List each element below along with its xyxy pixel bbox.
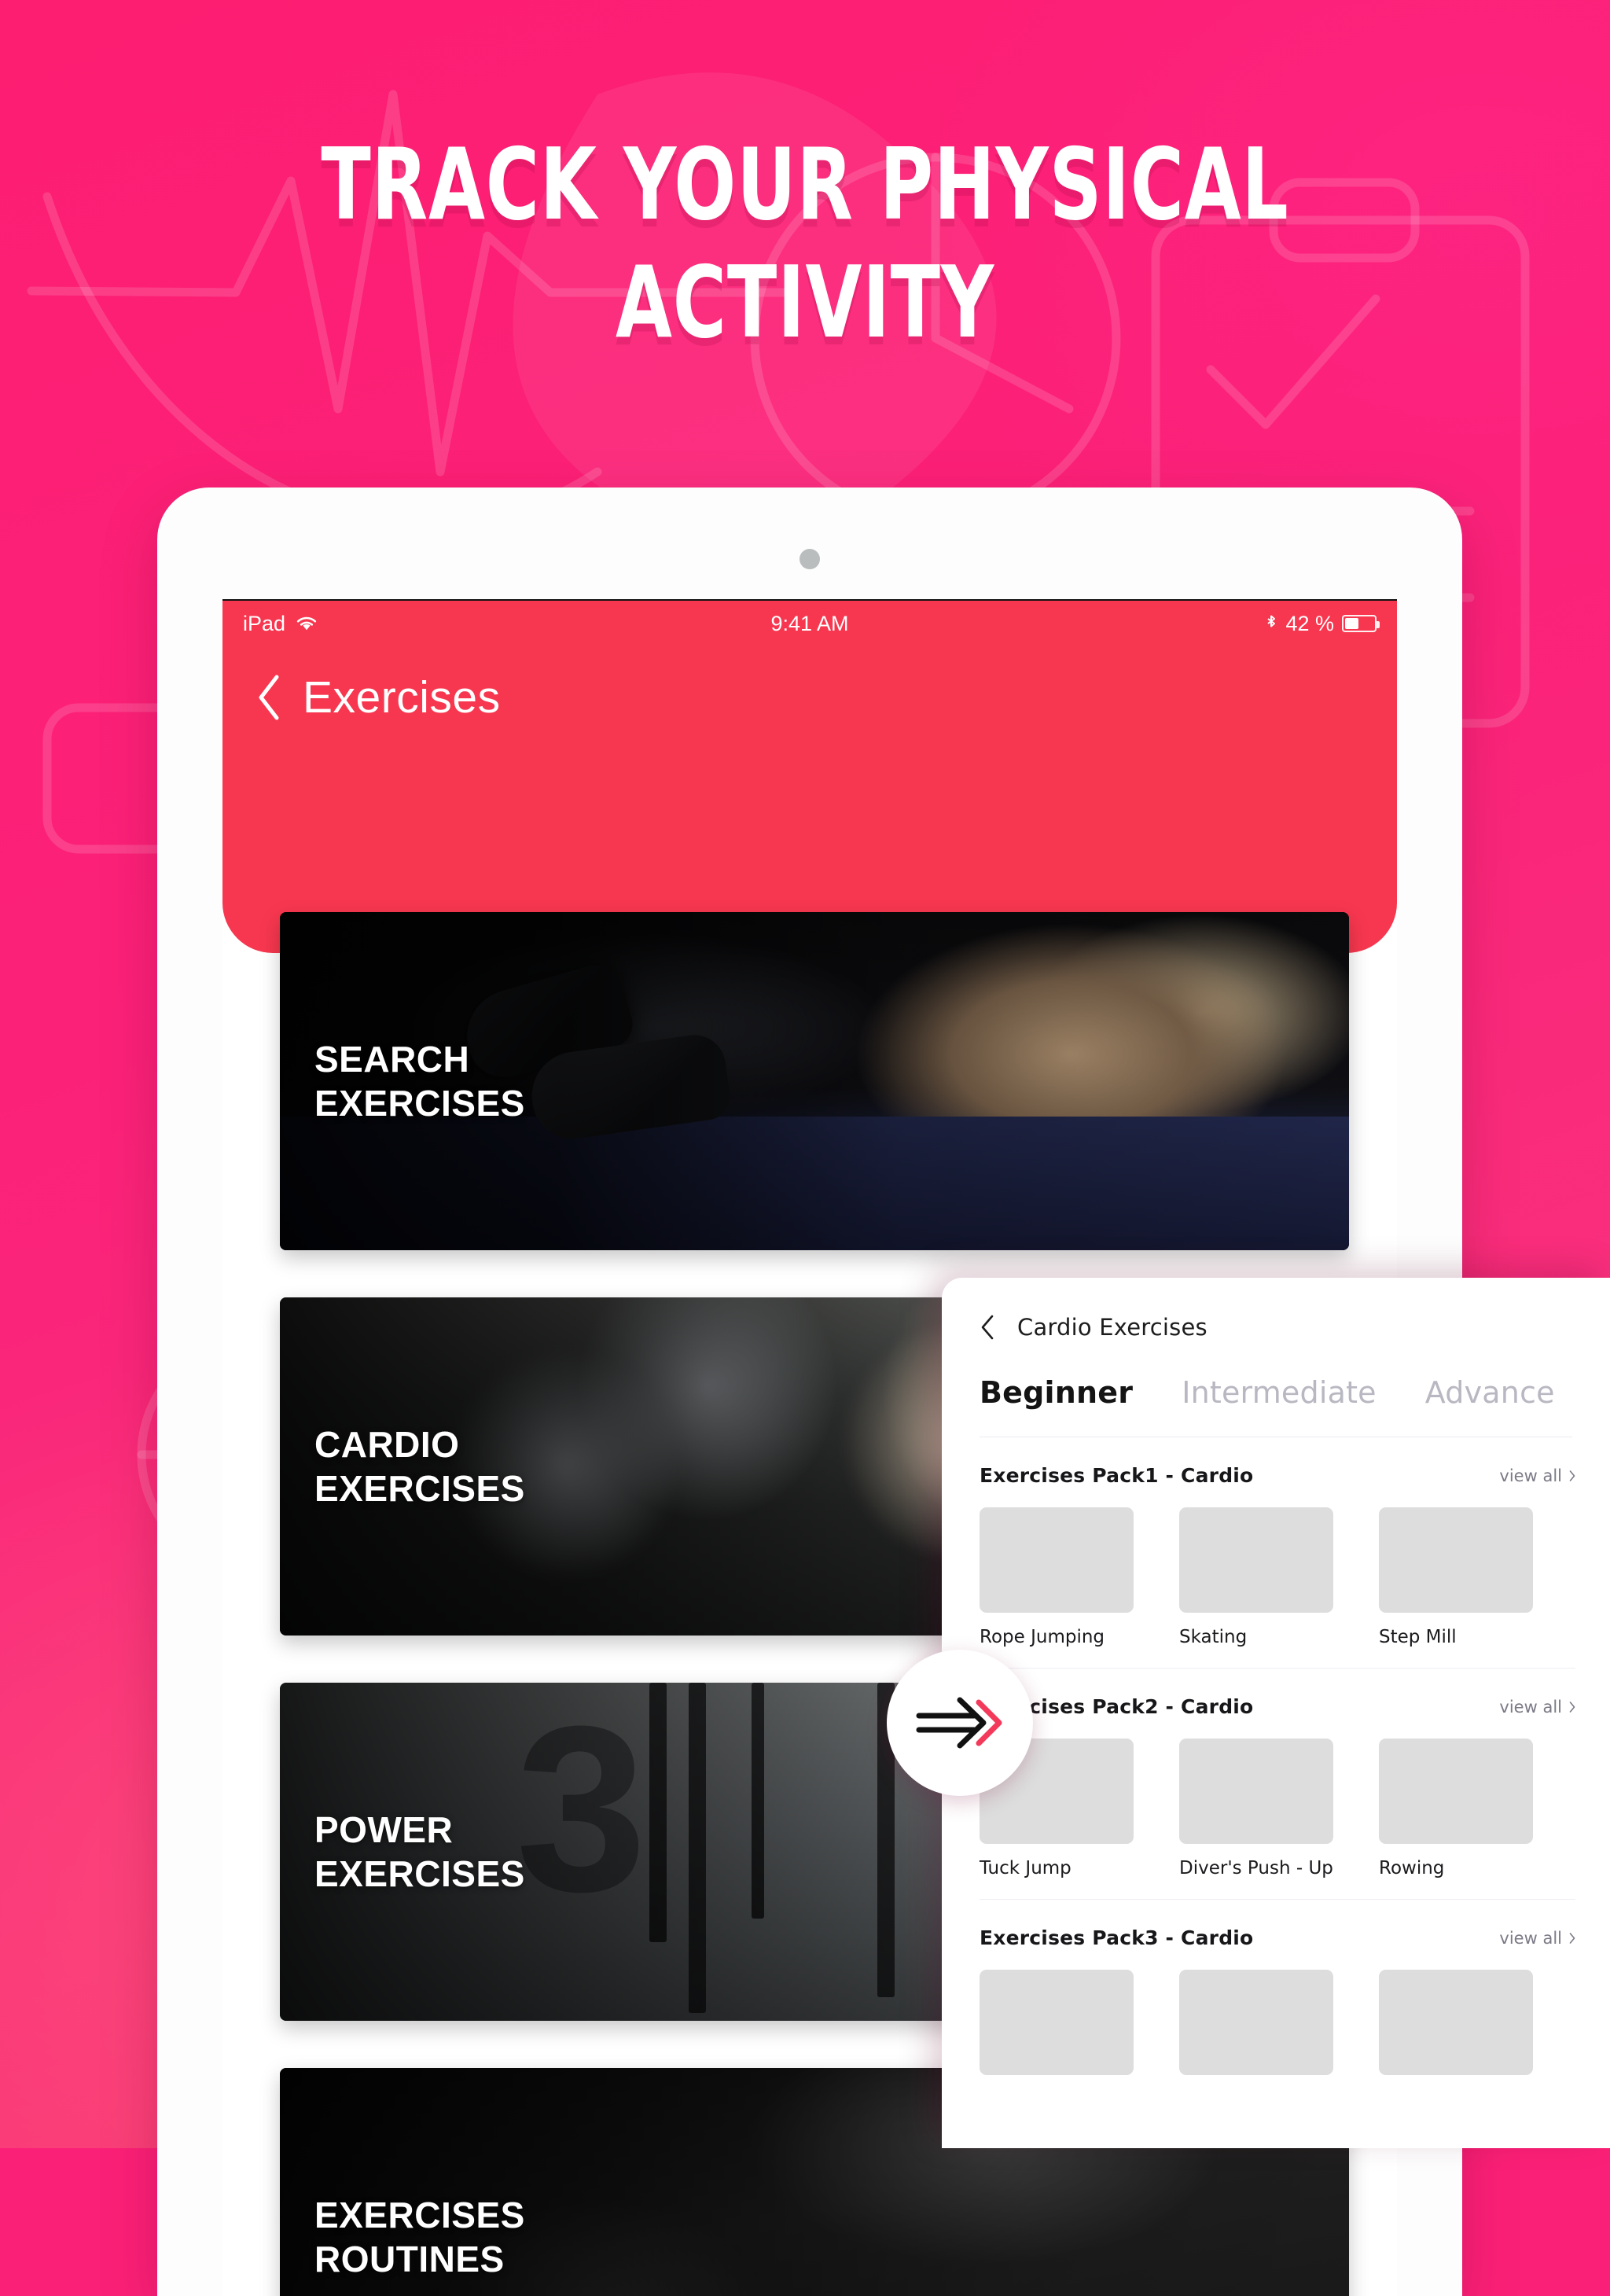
chevron-right-icon [1569, 1932, 1575, 1944]
view-all-label: view all [1499, 1928, 1562, 1948]
camera-dot-icon [799, 549, 820, 569]
exercise-pack: Exercises Pack2 - Cardio view all Tuck J… [942, 1669, 1610, 1900]
exercise-thumb[interactable]: Diver's Push - Up [1179, 1739, 1333, 1878]
panel-header: Cardio Exercises [942, 1278, 1610, 1341]
card-label: SEARCH EXERCISES [314, 1037, 525, 1125]
card-label: CARDIO EXERCISES [314, 1422, 525, 1510]
card-label-line-2: ROUTINES [314, 2239, 505, 2279]
card-label-line-1: SEARCH [314, 1039, 470, 1080]
pack-title: Exercises Pack1 - Cardio [980, 1464, 1254, 1487]
thumb-caption: Rope Jumping [980, 1627, 1105, 1647]
pack-header: Exercises Pack1 - Cardio view all [980, 1437, 1610, 1487]
headline-line-1: TRACK YOUR PHYSICAL [321, 127, 1289, 242]
cardio-exercises-panel: Cardio Exercises Beginner Intermediate A… [942, 1278, 1610, 2148]
pack-thumbnails: Tuck Jump Diver's Push - Up Rowing [980, 1739, 1610, 1878]
thumb-caption: Step Mill [1379, 1627, 1457, 1647]
view-all-link[interactable]: view all [1499, 1698, 1575, 1716]
thumb-image-step-mill [1379, 1507, 1533, 1613]
thumb-caption: Diver's Push - Up [1179, 1858, 1333, 1878]
exercise-thumb[interactable]: Skating [1179, 1507, 1333, 1647]
tab-intermediate[interactable]: Intermediate [1182, 1375, 1377, 1410]
exercise-thumb[interactable]: Step Mill [1379, 1507, 1533, 1647]
card-label-line-1: POWER [314, 1809, 454, 1850]
panel-title: Cardio Exercises [1017, 1314, 1208, 1341]
thumb-caption: Skating [1179, 1627, 1248, 1647]
chevron-left-icon[interactable] [980, 1314, 995, 1341]
tab-advance[interactable]: Advance [1425, 1375, 1555, 1410]
pack-title: Exercises Pack3 - Cardio [980, 1926, 1254, 1949]
headline-line-2: ACTIVITY [616, 245, 994, 360]
exercise-thumb[interactable] [980, 1970, 1134, 2089]
thumb-image-skating [1179, 1507, 1333, 1613]
card-label-line-2: EXERCISES [314, 1468, 525, 1509]
pack-thumbnails: Rope Jumping Skating Step Mill [980, 1507, 1610, 1647]
tab-beginner[interactable]: Beginner [980, 1375, 1133, 1410]
double-arrow-right-icon [916, 1697, 1002, 1749]
card-label: EXERCISES ROUTINES [314, 2193, 525, 2281]
thumb-image-rowing [1379, 1739, 1533, 1844]
pack-header: Exercises Pack2 - Cardio view all [980, 1669, 1610, 1718]
thumb-image-divers-push-up [1179, 1739, 1333, 1844]
view-all-label: view all [1499, 1466, 1562, 1485]
difficulty-tabs: Beginner Intermediate Advance [942, 1341, 1610, 1410]
exercise-pack: Exercises Pack3 - Cardio view all [942, 1900, 1610, 2089]
exercise-thumb[interactable] [1179, 1970, 1333, 2089]
next-slide-button[interactable] [887, 1650, 1033, 1796]
exercise-thumb[interactable] [1379, 1970, 1533, 2089]
view-all-link[interactable]: view all [1499, 1466, 1575, 1485]
exercise-pack: Exercises Pack1 - Cardio view all Rope J… [942, 1437, 1610, 1669]
thumb-image-elliptical [1179, 1970, 1333, 2075]
card-label-line-1: CARDIO [314, 1424, 460, 1465]
view-all-link[interactable]: view all [1499, 1929, 1575, 1948]
thumb-caption: Tuck Jump [980, 1858, 1071, 1878]
thumb-caption: Rowing [1379, 1858, 1445, 1878]
card-label-line-1: EXERCISES [314, 2195, 525, 2235]
thumb-image-rope-jumping [980, 1507, 1134, 1613]
pack-header: Exercises Pack3 - Cardio view all [980, 1900, 1610, 1949]
chevron-right-icon [1569, 1701, 1575, 1713]
card-label: POWER EXERCISES [314, 1808, 525, 1896]
thumb-image-soccer [1379, 1970, 1533, 2075]
view-all-label: view all [1499, 1697, 1562, 1716]
exercise-thumb[interactable]: Rope Jumping [980, 1507, 1134, 1647]
card-label-line-2: EXERCISES [314, 1853, 525, 1894]
chevron-right-icon [1569, 1470, 1575, 1481]
thumb-image-group-push-ups [980, 1970, 1134, 2075]
card-label-line-2: EXERCISES [314, 1083, 525, 1124]
pack-thumbnails [980, 1970, 1610, 2089]
page-headline: TRACK YOUR PHYSICAL ACTIVITY [145, 126, 1465, 362]
card-search-exercises[interactable]: SEARCH EXERCISES [280, 912, 1349, 1250]
exercise-thumb[interactable]: Rowing [1379, 1739, 1533, 1878]
